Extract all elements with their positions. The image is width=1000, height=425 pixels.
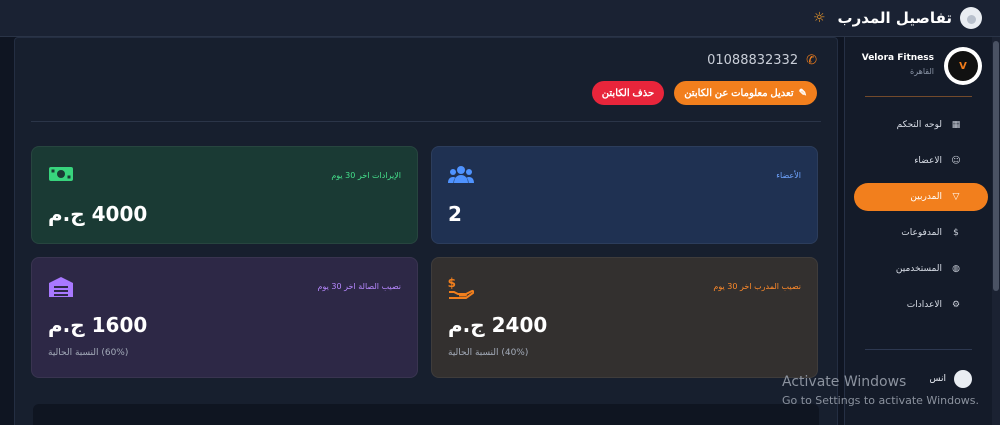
hand-dollar-icon: $	[448, 276, 475, 305]
sidebar-item-label: المدربين	[910, 192, 942, 202]
brand-city: القاهرة	[910, 67, 934, 76]
scrollbar-thumb[interactable]	[993, 41, 999, 291]
sidebar: V Velora Fitness القاهرة ▦ لوحه التحكم ☺…	[844, 37, 992, 425]
gym-share-stat-card: نصيب الصالة اخر 30 يوم 1600 ج.م (60%) ال…	[31, 257, 418, 378]
brand-logo: V	[944, 47, 982, 85]
warehouse-icon	[48, 276, 74, 303]
revenue-value: 4000 ج.م	[48, 202, 148, 226]
dashboard-icon: ▦	[951, 120, 961, 130]
windows-activation-watermark: Activate Windows Go to Settings to activ…	[782, 374, 979, 407]
members-stat-card: الأعضاء 2	[431, 146, 818, 244]
money-bag-icon: $	[953, 228, 959, 238]
logo-mark: V	[948, 51, 978, 81]
brand-divider	[865, 96, 972, 97]
phone-icon: ✆	[806, 53, 817, 68]
edit-trainer-label: تعديل معلومات عن الكابتن	[684, 87, 794, 99]
pencil-icon: ✎	[798, 87, 807, 99]
trainer-actions: ✎ تعديل معلومات عن الكابتن حذف الكابتن	[582, 81, 817, 105]
app-root: تفاصيل المدرب ☼ ✆ 01088832332 ✎ تعديل مع…	[0, 0, 1000, 425]
trainer-details-panel: ✆ 01088832332 ✎ تعديل معلومات عن الكابتن…	[14, 37, 838, 425]
delete-trainer-button[interactable]: حذف الكابتن	[591, 81, 665, 105]
sidebar-item-trainers[interactable]: ▽ المدربين	[854, 183, 988, 211]
page-scrollbar[interactable]	[992, 37, 1000, 425]
users-icon-svg	[448, 166, 474, 183]
sidebar-item-users[interactable]: ◍ المستخدمين	[844, 255, 992, 283]
sidebar-item-members[interactable]: ☺ الاعضاء	[844, 147, 992, 175]
sidebar-item-label: المدفوعات	[901, 228, 942, 238]
money-icon	[48, 165, 74, 188]
sidebar-item-label: المستخدمين	[895, 264, 942, 274]
warehouse-icon-svg	[49, 277, 73, 297]
sidebar-item-label: لوحه التحكم	[896, 120, 942, 130]
trainer-share-value: 2400 ج.م	[448, 313, 548, 337]
sidebar-nav: ▦ لوحه التحكم ☺ الاعضاء ▽ المدربين $ الم…	[844, 111, 992, 327]
user-icon: ☺	[951, 156, 961, 166]
trainer-share-label: نصيب المدرب اخر 30 يوم	[713, 282, 801, 291]
sidebar-item-dashboard[interactable]: ▦ لوحه التحكم	[844, 111, 992, 139]
sidebar-item-label: الاعدادات	[906, 300, 942, 310]
trainer-share-stat-card: نصيب المدرب اخر 30 يوم $ 2400 ج.م (40%) …	[431, 257, 818, 378]
bottom-panel	[33, 404, 819, 425]
gym-share-percent: (60%) النسبة الحالية	[48, 348, 129, 358]
revenue-label: الإيرادات اخر 30 يوم	[331, 171, 401, 180]
sidebar-item-payments[interactable]: $ المدفوعات	[844, 219, 992, 247]
page-title: تفاصيل المدرب	[837, 9, 953, 27]
sidebar-item-settings[interactable]: ⚙ الاعدادات	[844, 291, 992, 319]
gym-share-value: 1600 ج.م	[48, 313, 148, 337]
user-shield-icon: ◍	[952, 264, 960, 274]
top-bar: تفاصيل المدرب ☼	[0, 0, 1000, 37]
trainer-share-percent: (40%) النسبة الحالية	[448, 348, 529, 358]
gym-share-label: نصيب الصالة اخر 30 يوم	[317, 282, 401, 291]
watermark-title: Activate Windows	[782, 374, 907, 390]
watermark-subtitle: Go to Settings to activate Windows.	[782, 394, 980, 407]
sun-icon[interactable]: ☼	[813, 10, 826, 26]
user-avatar[interactable]	[960, 7, 982, 29]
brand-block: V Velora Fitness القاهرة	[845, 37, 992, 97]
gear-icon: ⚙	[951, 300, 961, 310]
money-icon-svg	[49, 167, 73, 181]
edit-trainer-button[interactable]: ✎ تعديل معلومات عن الكابتن	[674, 81, 817, 105]
revenue-stat-card: الإيرادات اخر 30 يوم 4000 ج.م	[31, 146, 418, 244]
section-divider	[31, 121, 821, 122]
phone-number: 01088832332	[707, 53, 799, 68]
trophy-icon: ▽	[952, 192, 960, 202]
sidebar-divider	[865, 349, 972, 350]
phone-row: ✆ 01088832332	[707, 53, 817, 68]
users-icon	[448, 165, 474, 188]
sidebar-item-label: الاعضاء	[914, 156, 942, 166]
hand-dollar-icon-svg: $	[448, 276, 475, 299]
members-value: 2	[448, 202, 462, 226]
brand-name: Velora Fitness	[861, 53, 934, 63]
avatar-head-shape	[966, 15, 976, 24]
svg-text:$: $	[448, 276, 456, 290]
members-label: الأعضاء	[776, 171, 801, 180]
